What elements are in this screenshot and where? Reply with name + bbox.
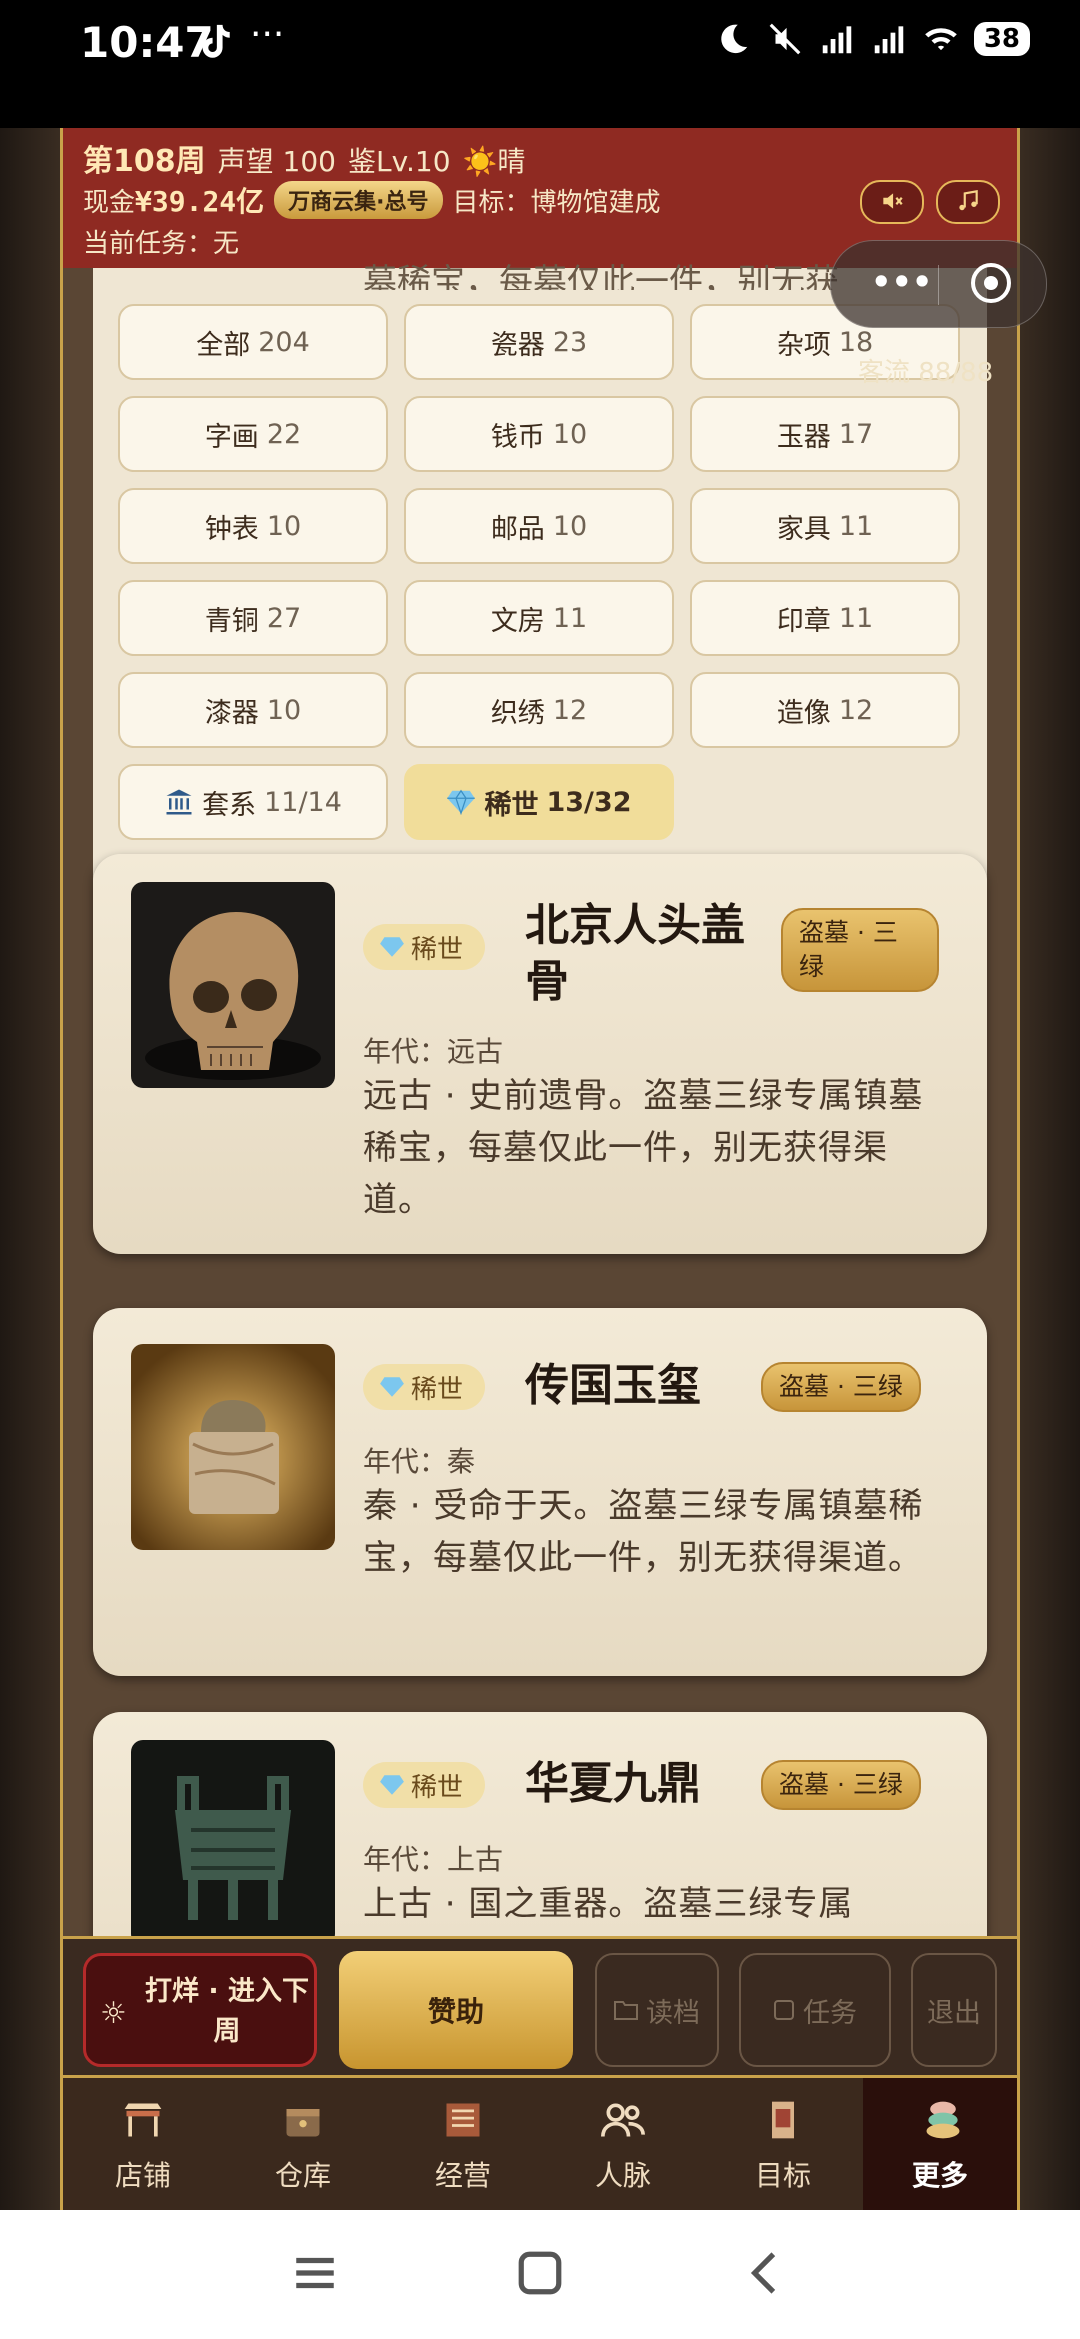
mute-icon — [769, 23, 801, 55]
filter-chip-furniture[interactable]: 家具 11 — [690, 488, 960, 564]
nav-warehouse[interactable]: 仓库 — [223, 2078, 383, 2210]
moon-icon — [721, 24, 748, 54]
back-icon[interactable] — [740, 2248, 790, 2298]
filter-chip-bronze[interactable]: 青铜 27 — [118, 580, 388, 656]
folder-icon — [614, 2001, 638, 2020]
load-save-button[interactable]: 读档 — [595, 1953, 719, 2067]
nav-goal[interactable]: 目标 — [703, 2078, 863, 2210]
item-description: 上古 · 国之重器。盗墓三绿专属 — [363, 1884, 854, 1924]
diamond-icon — [380, 937, 404, 957]
music-toggle-button[interactable] — [936, 180, 1000, 224]
filter-chip-embroidery[interactable]: 织绣 12 — [404, 672, 674, 748]
nav-more[interactable]: 更多 — [863, 2078, 1017, 2210]
system-navigation-bar — [0, 2210, 1080, 2339]
item-image-jade-seal — [131, 1344, 335, 1550]
sponsor-button[interactable]: 赞助 — [339, 1951, 573, 2069]
item-description: 远古 · 史前遗骨。盗墓三绿专属镇墓稀宝，每墓仅此一件，别无获得渠道。 — [363, 1076, 924, 1220]
item-name: 北京人头盖 骨 — [525, 900, 745, 1007]
shop-icon — [124, 2103, 162, 2137]
status-time: 10:47 — [80, 18, 214, 67]
diamond-icon — [447, 789, 476, 815]
signal-5g-icon-2 — [874, 26, 904, 54]
filter-chip-rare[interactable]: 稀世 13/32 — [404, 764, 674, 840]
company-badge[interactable]: 万商云集·总号 — [274, 181, 443, 219]
speaker-mute-icon — [883, 193, 903, 209]
item-card[interactable]: 稀世 北京人头盖 骨 盗墓 · 三 绿 年代：远古 远古 · 史前遗骨。盗墓三绿… — [93, 854, 987, 1254]
scrolled-text-peek: 墓稀宝，每墓仅此一件，别无获 — [363, 262, 839, 290]
status-bar: 10:47 ··· 38 — [0, 0, 1080, 128]
bottom-navigation: 店铺 仓库 经营 人脉 目标 更多 — [63, 2078, 1017, 2210]
item-era: 年代：远古 — [363, 1035, 504, 1068]
home-icon[interactable] — [515, 2248, 565, 2298]
filter-chip-jade[interactable]: 玉器 17 — [690, 396, 960, 472]
ledger-icon — [446, 2103, 480, 2137]
source-badge: 盗墓 · 三 绿 — [781, 908, 939, 992]
nav-operate[interactable]: 经营 — [383, 2078, 543, 2210]
item-era: 年代：上古 — [363, 1843, 504, 1876]
filter-chip-seals[interactable]: 印章 11 — [690, 580, 960, 656]
action-bar: ☼ 打烊 · 进入下周 赞助 读档 任务 退出 — [63, 1936, 1017, 2078]
nav-contacts[interactable]: 人脉 — [543, 2078, 703, 2210]
current-task-label: 当前任务：无 — [83, 229, 240, 259]
more-stack-icon — [926, 2101, 960, 2139]
nav-shop[interactable]: 店铺 — [63, 2078, 223, 2210]
close-miniprogram-icon[interactable] — [971, 263, 1011, 303]
item-image-bronze-ding — [131, 1740, 335, 1946]
filter-chip-stamps[interactable]: 邮品 10 — [404, 488, 674, 564]
goal-label: 目标：博物馆建成 — [452, 187, 661, 218]
more-dots-icon[interactable]: ••• — [871, 263, 932, 301]
diamond-icon — [380, 1377, 404, 1397]
source-badge: 盗墓 · 三绿 — [761, 1760, 921, 1810]
item-description: 秦 · 受命于天。盗墓三绿专属镇墓稀宝，每墓仅此一件，别无获得渠道。 — [363, 1486, 924, 1578]
warehouse-icon — [286, 2109, 320, 2137]
item-image-skull — [131, 882, 335, 1088]
cash-label: 现金¥39.24亿 — [83, 185, 265, 218]
menu-icon[interactable] — [290, 2248, 340, 2298]
filter-chip-statues[interactable]: 造像 12 — [690, 672, 960, 748]
source-badge: 盗墓 · 三绿 — [761, 1362, 921, 1412]
status-more-icon: ··· — [250, 14, 285, 55]
task-icon — [774, 2000, 794, 2020]
rarity-badge: 稀世 — [363, 924, 486, 970]
filter-chip-sets[interactable]: 套系 11/14 — [118, 764, 388, 840]
filter-chip-stationery[interactable]: 文房 11 — [404, 580, 674, 656]
tasks-button[interactable]: 任务 — [739, 1953, 891, 2067]
filter-chip-all[interactable]: 全部 204 — [118, 304, 388, 380]
battery-icon: 38 — [973, 22, 1030, 56]
sound-toggle-button[interactable] — [860, 180, 924, 224]
tiktok-icon — [202, 24, 230, 58]
traffic-label: 客流 88/88 — [858, 358, 994, 388]
diamond-icon — [380, 1775, 404, 1795]
filter-chip-lacquer[interactable]: 漆器 10 — [118, 672, 388, 748]
appraisal-level: 鉴Lv.10 — [347, 145, 451, 178]
item-name: 传国玉玺 — [525, 1360, 701, 1411]
week-label: 第108周 — [83, 144, 206, 179]
background-right — [1018, 128, 1080, 2210]
signal-5g-icon — [822, 26, 852, 54]
item-card[interactable]: 稀世 传国玉玺 盗墓 · 三绿 年代：秦 秦 · 受命于天。盗墓三绿专属镇墓稀宝… — [93, 1308, 987, 1676]
item-era: 年代：秦 — [363, 1445, 476, 1478]
sun-icon: ☼ — [100, 1996, 127, 2031]
museum-icon — [166, 789, 192, 815]
filter-chip-painting[interactable]: 字画 22 — [118, 396, 388, 472]
scroll-icon — [772, 2101, 794, 2139]
rarity-badge: 稀世 — [363, 1364, 486, 1410]
next-week-button[interactable]: ☼ 打烊 · 进入下周 — [83, 1953, 317, 2067]
filter-chip-porcelain[interactable]: 瓷器 23 — [404, 304, 674, 380]
reputation-label: 声望 100 — [217, 145, 336, 178]
app-area: 第108周 声望 100 鉴Lv.10 ☀️晴 现金¥39.24亿 万商云集·总… — [0, 128, 1080, 2210]
miniprogram-capsule: ••• — [830, 240, 1047, 328]
filter-chip-coins[interactable]: 钱币 10 — [404, 396, 674, 472]
rarity-badge: 稀世 — [363, 1762, 486, 1808]
item-name: 华夏九鼎 — [525, 1758, 701, 1809]
background-left — [0, 128, 62, 2210]
weather-label: ☀️晴 — [462, 145, 526, 178]
wifi-icon — [924, 28, 957, 51]
exit-button[interactable]: 退出 — [911, 1953, 997, 2067]
people-icon — [601, 2103, 645, 2137]
music-note-icon — [959, 189, 978, 211]
filter-chip-clocks[interactable]: 钟表 10 — [118, 488, 388, 564]
